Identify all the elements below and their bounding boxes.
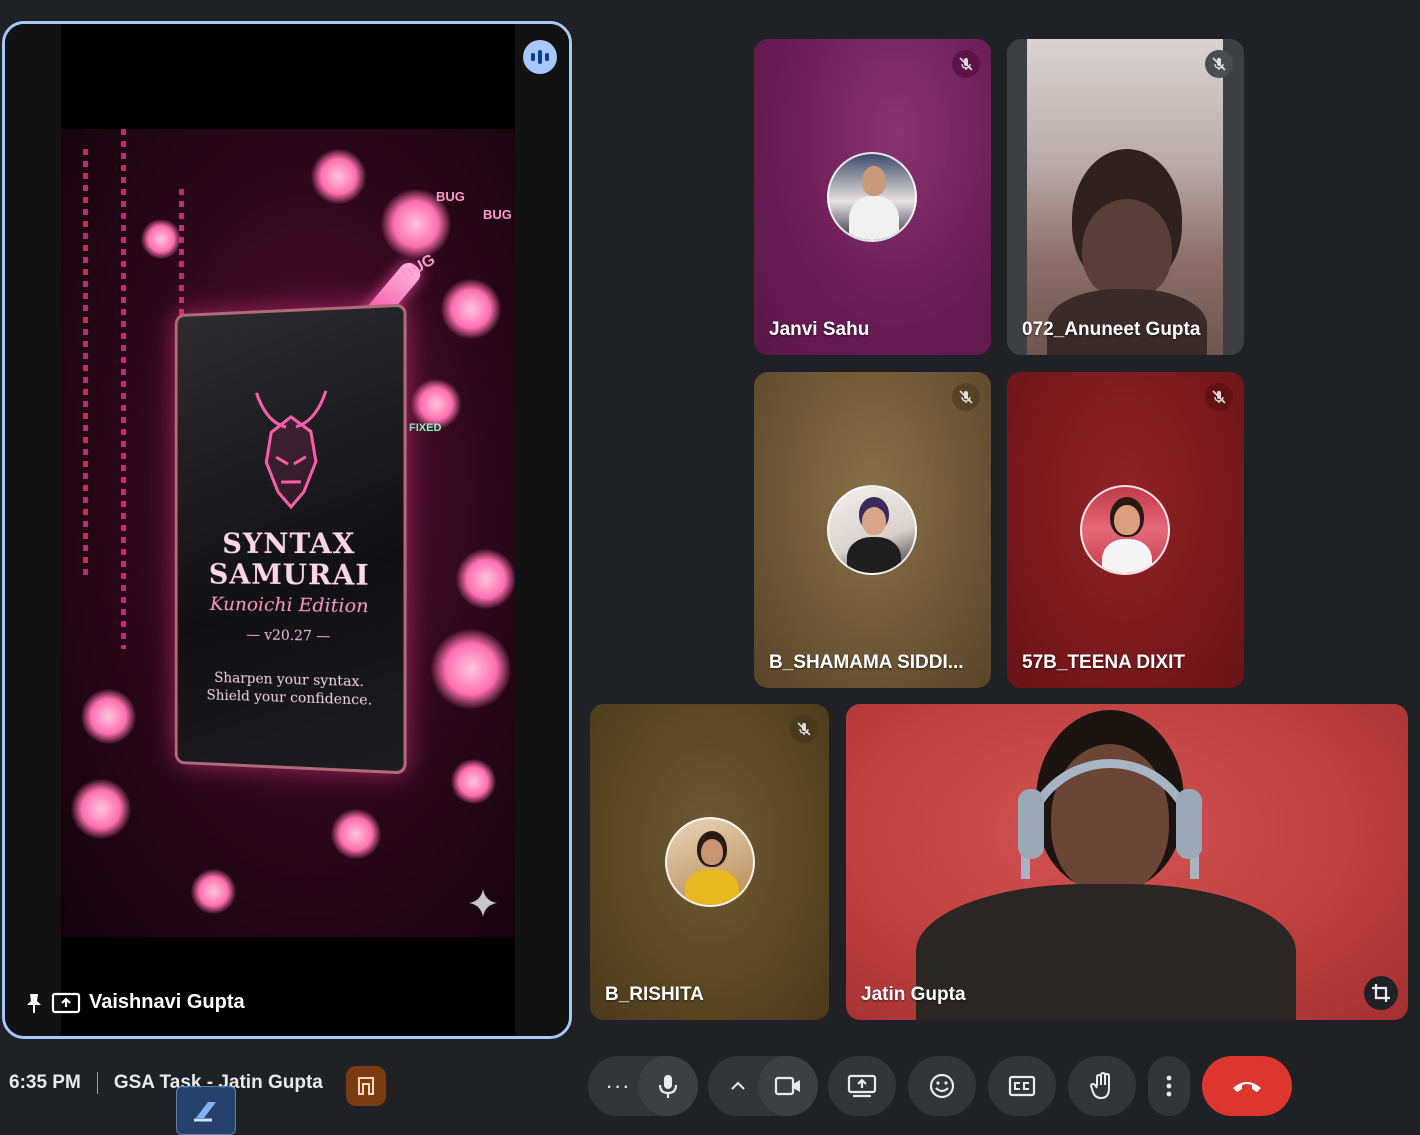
emoji-icon[interactable]	[908, 1056, 976, 1116]
letterbox-right	[512, 24, 569, 1036]
participant-name: 072_Anuneet Gupta	[1022, 319, 1200, 341]
cherry-blossom	[331, 809, 381, 859]
cherry-blossom	[451, 759, 496, 804]
letterbox-top	[61, 24, 515, 129]
cherry-blossom	[81, 689, 136, 744]
samurai-mask-icon	[247, 380, 336, 522]
mic-off-icon	[1205, 50, 1233, 78]
divider	[97, 1072, 98, 1094]
cherry-blossom	[71, 779, 131, 839]
camera-control-group	[708, 1056, 818, 1116]
presentation-tile[interactable]: BUG BUG BUG FIXED SYNTAX SAMURAI Kunoich…	[2, 21, 572, 1039]
pin-icon[interactable]	[25, 992, 43, 1014]
cherry-blossom	[431, 629, 511, 709]
mic-off-icon	[1205, 383, 1233, 411]
meeting-info: 6:35 PM GSA Task - Jatin Gupta	[9, 1072, 323, 1094]
mic-control-group: ···	[588, 1056, 698, 1116]
cherry-blossom	[311, 149, 366, 204]
meeting-time: 6:35 PM	[9, 1072, 81, 1094]
cherry-blossom	[456, 549, 515, 609]
host-controls-icon[interactable]	[346, 1066, 386, 1106]
participant-name: Janvi Sahu	[769, 319, 869, 341]
end-call-icon	[1231, 1078, 1263, 1094]
participant-name: B_RISHITA	[605, 984, 704, 1006]
participant-tile-anuneet[interactable]: 072_Anuneet Gupta	[1007, 39, 1244, 355]
cherry-blossom	[441, 279, 501, 339]
participant-tile-teena[interactable]: 57B_TEENA DIXIT	[1007, 372, 1244, 688]
slide-title-line1: SYNTAX	[178, 527, 404, 561]
presenter-name: Vaishnavi Gupta	[89, 991, 245, 1014]
speaking-indicator-icon	[523, 40, 557, 74]
letterbox-bottom	[61, 937, 515, 1039]
participant-tile-jatin[interactable]: Jatin Gupta	[846, 704, 1408, 1020]
end-call-button[interactable]	[1202, 1056, 1292, 1116]
code-rain-column	[121, 129, 126, 649]
taskbar-app-icon[interactable]	[176, 1086, 236, 1135]
shared-slide: BUG BUG BUG FIXED SYNTAX SAMURAI Kunoich…	[61, 129, 515, 937]
fixed-label: FIXED	[409, 422, 441, 434]
more-vert-icon[interactable]	[1148, 1056, 1190, 1116]
captions-icon[interactable]	[988, 1056, 1056, 1116]
participant-name: Jatin Gupta	[861, 984, 966, 1006]
mic-off-icon	[952, 50, 980, 78]
presenter-label: Vaishnavi Gupta	[25, 991, 245, 1014]
participant-tile-janvi[interactable]: Janvi Sahu	[754, 39, 991, 355]
avatar	[827, 485, 917, 575]
avatar	[1080, 485, 1170, 575]
slide-title-line2: SAMURAI	[178, 558, 404, 593]
mic-off-icon	[790, 715, 818, 743]
mic-off-icon	[952, 383, 980, 411]
crop-icon[interactable]	[1364, 976, 1398, 1010]
avatar	[665, 817, 755, 907]
bug-label: BUG	[483, 207, 512, 222]
bug-label: BUG	[436, 189, 465, 204]
avatar	[827, 152, 917, 242]
code-rain-column	[83, 149, 88, 579]
present-screen-icon[interactable]	[828, 1056, 896, 1116]
participant-name: B_SHAMAMA SIDDI...	[769, 652, 964, 674]
slide-edition: Kunoichi Edition	[178, 593, 404, 618]
sparkle-icon	[467, 887, 499, 919]
screen-share-icon	[51, 992, 81, 1014]
participant-name: 57B_TEENA DIXIT	[1022, 652, 1185, 674]
participant-video	[1027, 39, 1223, 355]
cherry-blossom	[191, 869, 236, 914]
camera-icon[interactable]	[758, 1056, 818, 1116]
meet-stage: BUG BUG BUG FIXED SYNTAX SAMURAI Kunoich…	[0, 0, 1420, 1135]
microphone-icon[interactable]	[638, 1056, 698, 1116]
phone-mockup: SYNTAX SAMURAI Kunoichi Edition — v20.27…	[175, 304, 407, 775]
cherry-blossom	[141, 219, 181, 259]
letterbox-left	[5, 24, 61, 1036]
participant-tile-rishita[interactable]: B_RISHITA	[590, 704, 829, 1020]
slide-version: — v20.27 —	[178, 626, 404, 646]
raise-hand-icon[interactable]	[1068, 1056, 1136, 1116]
participant-tile-shamama[interactable]: B_SHAMAMA SIDDI...	[754, 372, 991, 688]
